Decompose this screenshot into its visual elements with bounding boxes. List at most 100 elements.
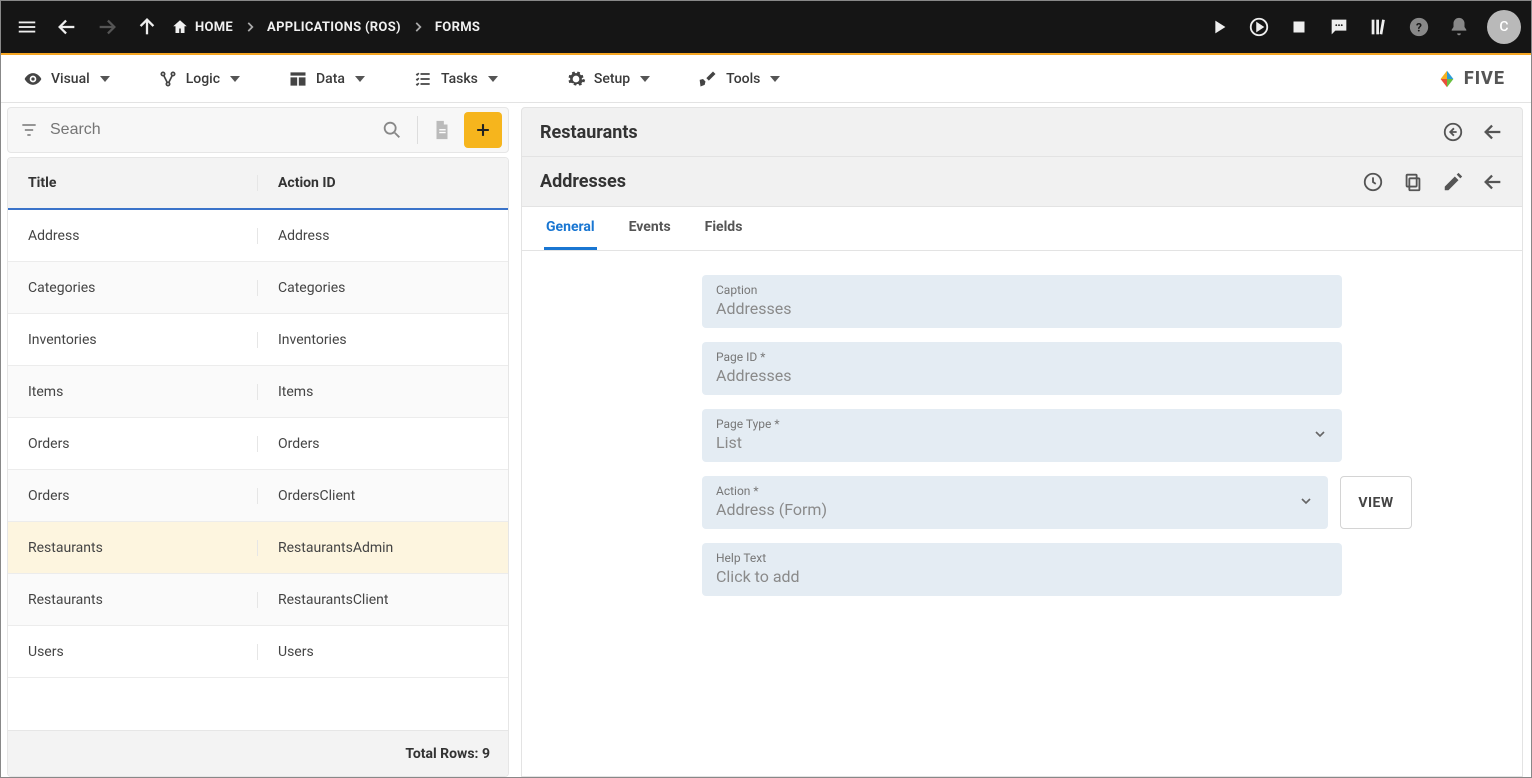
menu-label: Data <box>316 71 345 87</box>
field-value: Click to add <box>716 567 1328 586</box>
chevron-down-icon <box>355 76 365 82</box>
cell-title: Restaurants <box>8 540 258 556</box>
cell-title: Address <box>8 228 258 244</box>
menu-data[interactable]: Data <box>274 61 379 97</box>
table-row[interactable]: ItemsItems <box>8 366 508 418</box>
menu-label: Logic <box>186 71 220 87</box>
field-label: Action * <box>716 484 1314 498</box>
breadcrumb-home[interactable]: HOME <box>171 18 233 36</box>
breadcrumb-home-label: HOME <box>195 20 233 35</box>
field-value: Addresses <box>716 299 1328 318</box>
col-action-id[interactable]: Action ID <box>258 175 508 191</box>
list-icon <box>413 69 433 89</box>
back-arrow-icon[interactable] <box>1482 171 1504 193</box>
add-button[interactable] <box>464 112 502 148</box>
field-help-text[interactable]: Help Text Click to add <box>702 543 1342 596</box>
detail-panel: Restaurants Addresses General Events Fie… <box>515 103 1531 777</box>
cell-action-id: Items <box>258 384 508 400</box>
table-footer: Total Rows: 9 <box>8 730 508 776</box>
library-icon[interactable] <box>1359 7 1399 47</box>
table-row[interactable]: InventoriesInventories <box>8 314 508 366</box>
back-circle-icon[interactable] <box>1442 121 1464 143</box>
table-row[interactable]: UsersUsers <box>8 626 508 678</box>
avatar[interactable]: C <box>1487 10 1521 44</box>
tab-general[interactable]: General <box>544 207 597 250</box>
table-row[interactable]: OrdersOrdersClient <box>8 470 508 522</box>
help-icon[interactable]: ? <box>1399 7 1439 47</box>
play-circle-icon[interactable] <box>1239 7 1279 47</box>
view-button[interactable]: VIEW <box>1340 476 1412 529</box>
forms-table: Title Action ID AddressAddressCategories… <box>7 157 509 777</box>
breadcrumb-applications[interactable]: APPLICATIONS (ROS) <box>267 20 401 35</box>
menu-tasks[interactable]: Tasks <box>399 61 512 97</box>
panel-header: Restaurants <box>521 107 1523 157</box>
cell-title: Categories <box>8 280 258 296</box>
search-input[interactable] <box>50 121 371 139</box>
field-caption[interactable]: Caption Addresses <box>702 275 1342 328</box>
svg-text:?: ? <box>1416 21 1422 35</box>
play-icon[interactable] <box>1199 7 1239 47</box>
cell-action-id: Categories <box>258 280 508 296</box>
chevron-down-icon <box>488 76 498 82</box>
cell-action-id: RestaurantsClient <box>258 592 508 608</box>
stop-icon[interactable] <box>1279 7 1319 47</box>
table-row[interactable]: OrdersOrders <box>8 418 508 470</box>
field-page-id[interactable]: Page ID * Addresses <box>702 342 1342 395</box>
cell-title: Inventories <box>8 332 258 348</box>
menu-label: Visual <box>51 71 90 87</box>
menu-label: Setup <box>594 71 630 87</box>
chat-icon[interactable] <box>1319 7 1359 47</box>
tools-icon <box>698 69 718 89</box>
menu-tools[interactable]: Tools <box>684 61 794 97</box>
gear-icon <box>566 69 586 89</box>
chevron-down-icon <box>1298 493 1314 513</box>
menubar: Visual Logic Data Tasks Setup Tools FIVE <box>1 55 1531 103</box>
footer-label: Total Rows: <box>405 746 478 762</box>
tab-fields[interactable]: Fields <box>703 207 745 250</box>
nav-up-icon[interactable] <box>127 7 167 47</box>
edit-icon[interactable] <box>1442 171 1464 193</box>
breadcrumb-forms[interactable]: FORMS <box>435 20 480 35</box>
cell-title: Orders <box>8 488 258 504</box>
field-value: List <box>716 433 1328 452</box>
table-row[interactable]: AddressAddress <box>8 210 508 262</box>
table-header: Title Action ID <box>8 158 508 210</box>
cell-action-id: RestaurantsAdmin <box>258 540 508 556</box>
sub-title: Addresses <box>540 171 626 192</box>
copy-icon[interactable] <box>1402 171 1424 193</box>
table-row[interactable]: RestaurantsRestaurantsAdmin <box>8 522 508 574</box>
field-label: Caption <box>716 283 1328 297</box>
logic-icon <box>158 69 178 89</box>
chevron-down-icon <box>1312 426 1328 446</box>
chevron-down-icon <box>770 76 780 82</box>
field-label: Page Type * <box>716 417 1328 431</box>
table-icon <box>288 69 308 89</box>
hamburger-icon[interactable] <box>7 7 47 47</box>
table-row[interactable]: RestaurantsRestaurantsClient <box>8 574 508 626</box>
col-title[interactable]: Title <box>8 175 258 191</box>
chevron-down-icon <box>640 76 650 82</box>
filter-icon[interactable] <box>8 120 50 140</box>
menu-setup[interactable]: Setup <box>552 61 664 97</box>
search-icon[interactable] <box>371 119 413 141</box>
brand-logo: FIVE <box>1436 68 1523 90</box>
breadcrumb: HOME APPLICATIONS (ROS) FORMS <box>171 18 480 36</box>
nav-back-icon[interactable] <box>47 7 87 47</box>
field-label: Page ID * <box>716 350 1328 364</box>
back-arrow-icon[interactable] <box>1482 121 1504 143</box>
bell-icon[interactable] <box>1439 7 1479 47</box>
document-button[interactable] <box>422 112 462 148</box>
cell-action-id: Address <box>258 228 508 244</box>
field-page-type[interactable]: Page Type * List <box>702 409 1342 462</box>
table-row[interactable]: CategoriesCategories <box>8 262 508 314</box>
menu-visual[interactable]: Visual <box>9 61 124 97</box>
field-action[interactable]: Action * Address (Form) <box>702 476 1328 529</box>
cell-title: Orders <box>8 436 258 452</box>
tab-events[interactable]: Events <box>627 207 673 250</box>
history-icon[interactable] <box>1362 171 1384 193</box>
menu-logic[interactable]: Logic <box>144 61 254 97</box>
search-bar <box>7 107 509 153</box>
chevron-right-icon <box>243 20 257 34</box>
field-value: Address (Form) <box>716 500 1314 519</box>
field-label: Help Text <box>716 551 1328 565</box>
